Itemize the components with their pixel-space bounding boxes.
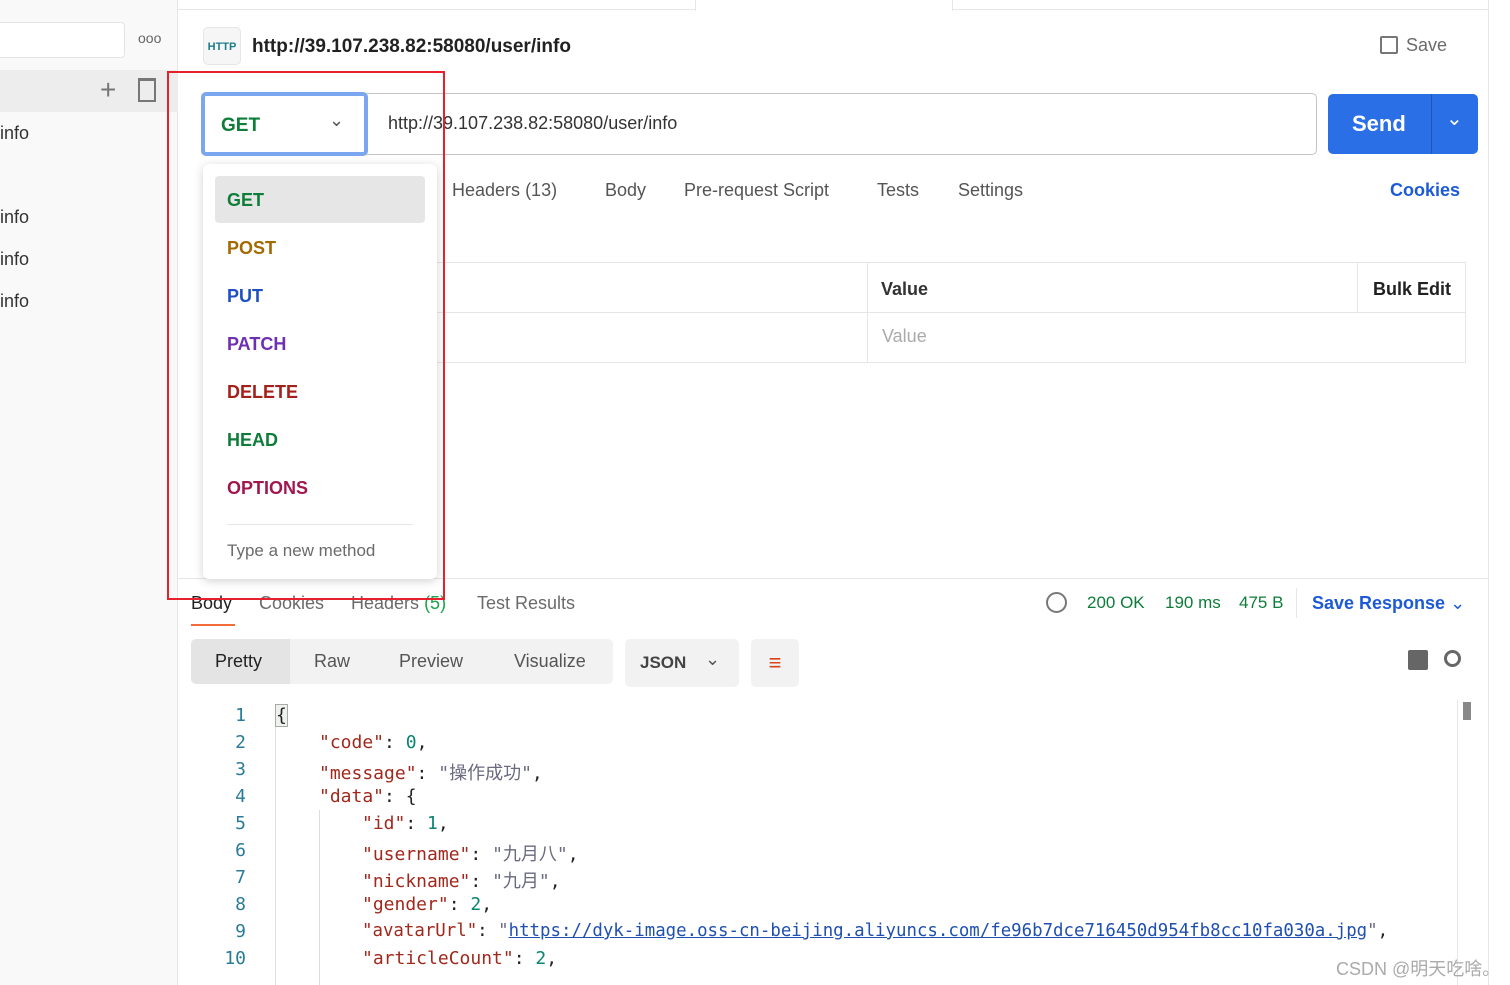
search-icon[interactable] xyxy=(1444,650,1461,667)
table-header xyxy=(437,263,1465,313)
json-key: "data" xyxy=(319,786,385,807)
save-response-label: Save Response xyxy=(1312,593,1446,613)
json-value: 0 xyxy=(405,732,417,753)
view-raw[interactable]: Raw xyxy=(314,651,350,672)
divider xyxy=(1357,263,1358,313)
headers-count: (13) xyxy=(525,180,558,200)
format-label: JSON xyxy=(640,653,687,672)
avatar-url-link[interactable]: https://dyk-image.oss-cn-beijing.aliyunc… xyxy=(509,921,1368,941)
highlight-annotation-box xyxy=(167,71,445,600)
json-value: "操作成功" xyxy=(438,763,532,784)
divider xyxy=(1488,0,1489,985)
plus-icon[interactable]: + xyxy=(100,74,116,106)
active-tab-indicator xyxy=(191,624,235,626)
line-number: 1 xyxy=(235,705,246,726)
json-value: "九月" xyxy=(492,871,550,892)
globe-icon[interactable] xyxy=(1046,592,1067,613)
sidebar-search-input[interactable] xyxy=(0,22,125,58)
indent-guide xyxy=(319,810,320,985)
sidebar-item[interactable]: info xyxy=(0,249,29,270)
line-number: 3 xyxy=(235,759,246,780)
chevron-down-icon: ⌄ xyxy=(1450,593,1466,613)
format-select[interactable]: JSON ⌄ xyxy=(625,639,739,687)
tab-headers[interactable]: Headers (13) xyxy=(452,180,557,201)
scrollbar[interactable] xyxy=(1457,700,1475,985)
tab-pre-request-script[interactable]: Pre-request Script xyxy=(684,180,829,201)
trash-icon[interactable] xyxy=(138,78,156,102)
tab-tests[interactable]: Tests xyxy=(877,180,919,201)
json-key: "avatarUrl" xyxy=(362,921,478,941)
line-number: 4 xyxy=(235,786,246,807)
tab-body[interactable]: Body xyxy=(605,180,646,201)
line-number: 5 xyxy=(235,813,246,834)
json-key: "message" xyxy=(319,763,417,784)
divider xyxy=(1431,94,1432,154)
json-value: 2 xyxy=(535,948,547,969)
send-button[interactable]: Send ⌄ xyxy=(1328,94,1478,154)
line-number: 9 xyxy=(235,921,246,942)
view-pretty[interactable]: Pretty xyxy=(215,651,262,672)
sidebar-item[interactable]: info xyxy=(0,123,29,144)
cookies-link[interactable]: Cookies xyxy=(1390,180,1460,201)
value-header: Value xyxy=(881,279,929,299)
bulk-edit-button[interactable]: Bulk Edit xyxy=(1373,279,1451,300)
json-key: "id" xyxy=(362,813,406,834)
status-code[interactable]: 200 OK xyxy=(1087,593,1145,613)
divider xyxy=(867,263,868,363)
view-mode-selector: Pretty Raw Preview Visualize xyxy=(191,639,613,684)
chevron-down-icon: ⌄ xyxy=(705,649,721,669)
line-number: 6 xyxy=(235,840,246,861)
active-tab[interactable] xyxy=(695,0,953,11)
line-number: 10 xyxy=(224,948,246,969)
view-visualize[interactable]: Visualize xyxy=(514,651,586,672)
json-value: 2 xyxy=(470,894,482,915)
json-value: { xyxy=(405,786,417,807)
json-key: "gender" xyxy=(362,894,449,915)
json-key: "articleCount" xyxy=(362,948,514,969)
view-preview[interactable]: Preview xyxy=(399,651,463,672)
response-size[interactable]: 475 B xyxy=(1239,593,1283,613)
divider xyxy=(1296,588,1297,618)
json-value: 1 xyxy=(427,813,438,834)
save-response-button[interactable]: Save Response ⌄ xyxy=(1312,593,1465,614)
line-number: 2 xyxy=(235,732,246,753)
json-value: "九月八" xyxy=(492,844,568,865)
json-key: "nickname" xyxy=(362,871,471,892)
sidebar: ooo + info info info info xyxy=(0,0,178,985)
save-icon xyxy=(1380,36,1398,54)
wrap-lines-icon[interactable]: ≡ xyxy=(751,639,799,687)
response-time[interactable]: 190 ms xyxy=(1165,593,1221,613)
watermark: CSDN @明天吃啥。 xyxy=(1336,959,1501,979)
save-button[interactable]: Save xyxy=(1380,35,1447,56)
ellipsis-icon[interactable]: ooo xyxy=(138,30,161,46)
indent-guide xyxy=(275,705,276,985)
tab-settings[interactable]: Settings xyxy=(958,180,1023,201)
save-label: Save xyxy=(1406,35,1448,55)
sidebar-selected-row[interactable]: + xyxy=(0,70,178,112)
request-title[interactable]: http://39.107.238.82:58080/user/info xyxy=(252,36,571,58)
params-table: Value Bulk Edit Value xyxy=(437,262,1466,363)
http-icon: HTTP xyxy=(203,27,241,65)
json-key: "username" xyxy=(362,844,471,865)
value-input[interactable]: Value xyxy=(882,326,927,347)
send-label: Send xyxy=(1352,111,1406,136)
line-number: 7 xyxy=(235,867,246,888)
json-key: "code" xyxy=(319,732,385,753)
response-tab-test-results[interactable]: Test Results xyxy=(477,593,575,614)
url-input[interactable]: http://39.107.238.82:58080/user/info xyxy=(366,93,1317,155)
scrollbar-thumb[interactable] xyxy=(1463,702,1471,720)
chevron-down-icon[interactable]: ⌄ xyxy=(1446,106,1463,131)
sidebar-item[interactable]: info xyxy=(0,291,29,312)
tab-label: Headers xyxy=(452,180,521,200)
line-number: 8 xyxy=(235,894,246,915)
sidebar-item[interactable]: info xyxy=(0,207,29,228)
copy-icon[interactable] xyxy=(1408,650,1428,670)
code-token: { xyxy=(275,704,288,727)
